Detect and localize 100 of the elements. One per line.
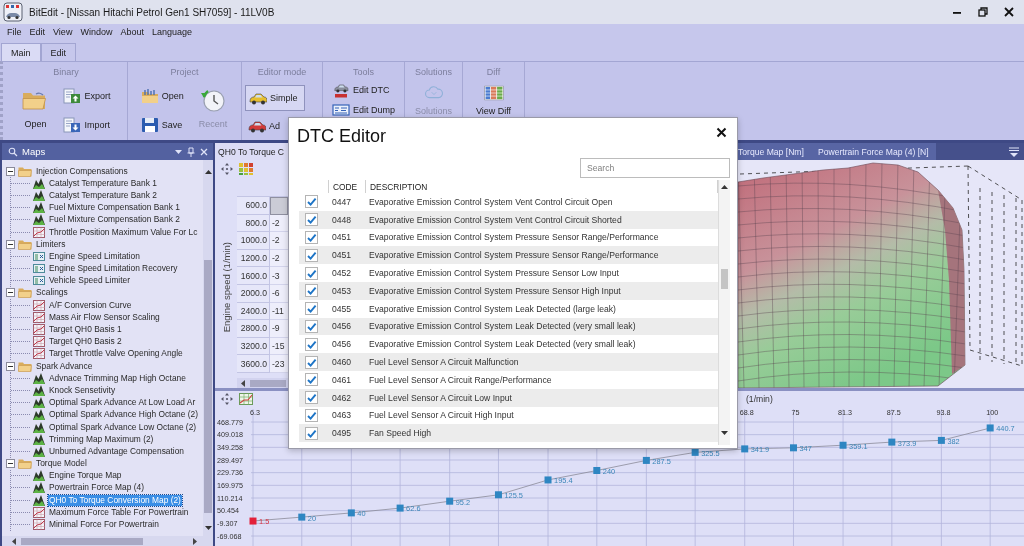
collapse-icon[interactable]: [6, 166, 15, 176]
menu-item[interactable]: Language: [147, 27, 196, 37]
dtc-row[interactable]: 0451 Evaporative Emission Control System Pressure Sensor Range/Performance: [299, 246, 718, 265]
dtc-row[interactable]: 0462 Fuel Level Sensor A Circuit Low Input: [299, 388, 718, 407]
checkbox[interactable]: [305, 337, 318, 351]
scroll-thumb[interactable]: [721, 269, 728, 289]
tree-item[interactable]: Trimming Map Maximum (2): [48, 433, 155, 445]
data-point[interactable]: [544, 476, 552, 484]
checkbox[interactable]: [305, 391, 318, 405]
checkbox[interactable]: [305, 319, 318, 333]
tree-item[interactable]: Catalyst Temperature Bank 1: [48, 177, 158, 189]
ribbon-button[interactable]: Save: [137, 114, 186, 136]
scroll-thumb[interactable]: [21, 537, 143, 545]
checkbox[interactable]: [305, 408, 318, 422]
data-point[interactable]: [986, 424, 994, 432]
checkbox[interactable]: [305, 302, 318, 316]
dtc-row[interactable]: 0461 Fuel Level Sensor A Circuit Range/Performance: [299, 370, 718, 389]
move-icon[interactable]: [221, 393, 233, 405]
data-point[interactable]: [396, 504, 404, 512]
tree-item[interactable]: Target QH0 Basis 1: [48, 324, 123, 336]
dtc-row[interactable]: 0460 Fuel Level Sensor A Circuit Malfunction: [299, 353, 718, 371]
table-cell[interactable]: [270, 197, 288, 215]
chart-grid-icon[interactable]: [239, 393, 253, 405]
tree-item[interactable]: Optimal Spark Advance Low Octane (2): [48, 421, 198, 433]
dtc-row[interactable]: 0495 Fan Speed High: [299, 424, 718, 443]
collapse-icon[interactable]: [6, 288, 15, 298]
tree-folder[interactable]: Torque Model: [35, 458, 88, 470]
document-tab[interactable]: QH0 To Torque C: [215, 143, 288, 160]
data-point[interactable]: [494, 491, 502, 499]
panel-close-button[interactable]: [198, 146, 210, 157]
tree-item[interactable]: Maximum Force Table For Powertrain: [48, 506, 190, 518]
dtc-row[interactable]: 0448 Evaporative Emission Control System Vent Control Circuit Shorted: [299, 210, 718, 229]
checkbox[interactable]: [305, 426, 318, 440]
menu-item[interactable]: View: [49, 27, 77, 37]
move-icon[interactable]: [221, 163, 233, 175]
ribbon-button[interactable]: Open: [18, 85, 53, 133]
ribbon-button[interactable]: Import: [60, 114, 113, 136]
tree-item[interactable]: Knock Sensetivity: [48, 384, 117, 396]
tree-folder[interactable]: Spark Advance: [35, 360, 94, 372]
scrollbar[interactable]: [203, 160, 213, 536]
tree-item[interactable]: Optimal Spark Advance At Low Load Ar: [48, 397, 197, 409]
document-tab[interactable]: Powertrain Force Map (4) [N]: [810, 143, 936, 160]
column-header[interactable]: CODE: [328, 180, 365, 193]
scrollbar[interactable]: [2, 536, 213, 546]
tree-item[interactable]: Fuel Mixture Compensation Bank 1: [48, 202, 181, 214]
collapse-icon[interactable]: [6, 239, 15, 249]
scrollbar[interactable]: [718, 180, 730, 445]
menu-item[interactable]: About: [116, 27, 148, 37]
data-point[interactable]: [888, 438, 896, 446]
tree-item[interactable]: Unburned Advantage Compensation: [48, 445, 186, 457]
table-cell[interactable]: -23: [270, 355, 288, 373]
ribbon-tab[interactable]: Main: [1, 43, 41, 61]
ribbon-button[interactable]: Simple: [245, 85, 305, 111]
ribbon-button[interactable]: Export: [60, 85, 114, 107]
tree-item[interactable]: Catalyst Temperature Bank 2: [48, 189, 158, 201]
menu-item[interactable]: File: [3, 27, 26, 37]
checkbox[interactable]: [305, 195, 318, 209]
checkbox[interactable]: [305, 355, 318, 369]
tree-item[interactable]: Engine Speed Limitation: [48, 250, 141, 262]
data-point[interactable]: [741, 445, 749, 453]
data-point[interactable]: [691, 448, 699, 456]
tree-item[interactable]: Throttle Position Maximum Value For Lc: [48, 226, 199, 238]
dtc-row[interactable]: 0463 Fuel Level Sensor A Circuit High Input: [299, 406, 718, 425]
tree-item[interactable]: Target Throttle Valve Opening Angle: [48, 348, 184, 360]
menu-item[interactable]: Window: [76, 27, 117, 37]
data-point[interactable]: [249, 517, 257, 525]
tree-item[interactable]: Engine Speed Limitation Recovery: [48, 263, 179, 275]
collapse-icon[interactable]: [6, 361, 15, 371]
collapse-icon[interactable]: [6, 459, 15, 469]
tree-item[interactable]: Optimal Spark Advance High Octane (2): [48, 409, 199, 421]
document-tab[interactable]: Torque Map [Nm]: [737, 143, 811, 160]
tree-item[interactable]: A/F Conversion Curve: [48, 299, 133, 311]
ribbon-button[interactable]: Edit DTC: [329, 81, 393, 99]
tree-item[interactable]: Vehicle Speed Limiter: [48, 275, 131, 287]
table-cell[interactable]: -3: [270, 267, 288, 285]
dtc-row[interactable]: 0453 Evaporative Emission Control System Pressure Sensor High Input: [299, 282, 718, 300]
tree-folder[interactable]: Injection Compensations: [35, 165, 129, 177]
checkbox[interactable]: [305, 373, 318, 387]
checkbox[interactable]: [305, 213, 318, 227]
data-point[interactable]: [347, 509, 355, 517]
tree-item[interactable]: Minimal Force For Powertrain: [48, 519, 160, 531]
table-cell[interactable]: -2: [270, 232, 288, 250]
dtc-row[interactable]: 0447 Evaporative Emission Control System Vent Control Circuit Open: [299, 193, 718, 211]
dtc-row[interactable]: 0456 Evaporative Emission Control System Leak Detected (very small leak): [299, 335, 718, 354]
tree-item[interactable]: Engine Torque Map: [48, 470, 123, 482]
ribbon-tab[interactable]: Edit: [40, 43, 77, 61]
pin-button[interactable]: [185, 146, 197, 157]
checkbox[interactable]: [305, 248, 318, 262]
dtc-row[interactable]: 0456 Evaporative Emission Control System Leak Detected (very small leak): [299, 317, 718, 336]
dtc-row[interactable]: 0455 Evaporative Emission Control System Leak Detected (large leak): [299, 299, 718, 318]
tree-folder[interactable]: Scalings: [35, 287, 69, 299]
tree-item[interactable]: Powertrain Force Map (4): [48, 482, 145, 494]
checkbox[interactable]: [305, 231, 318, 244]
dtc-row[interactable]: 0452 Evaporative Emission Control System Pressure Sensor Low Input: [299, 264, 718, 282]
checkbox[interactable]: [305, 284, 318, 298]
ribbon-button[interactable]: Open: [137, 85, 187, 107]
tree-item[interactable]: Target QH0 Basis 2: [48, 336, 123, 348]
tree-item[interactable]: Mass Air Flow Sensor Scaling: [48, 311, 161, 323]
data-point[interactable]: [937, 436, 945, 444]
ribbon-button[interactable]: Ad: [245, 115, 283, 137]
